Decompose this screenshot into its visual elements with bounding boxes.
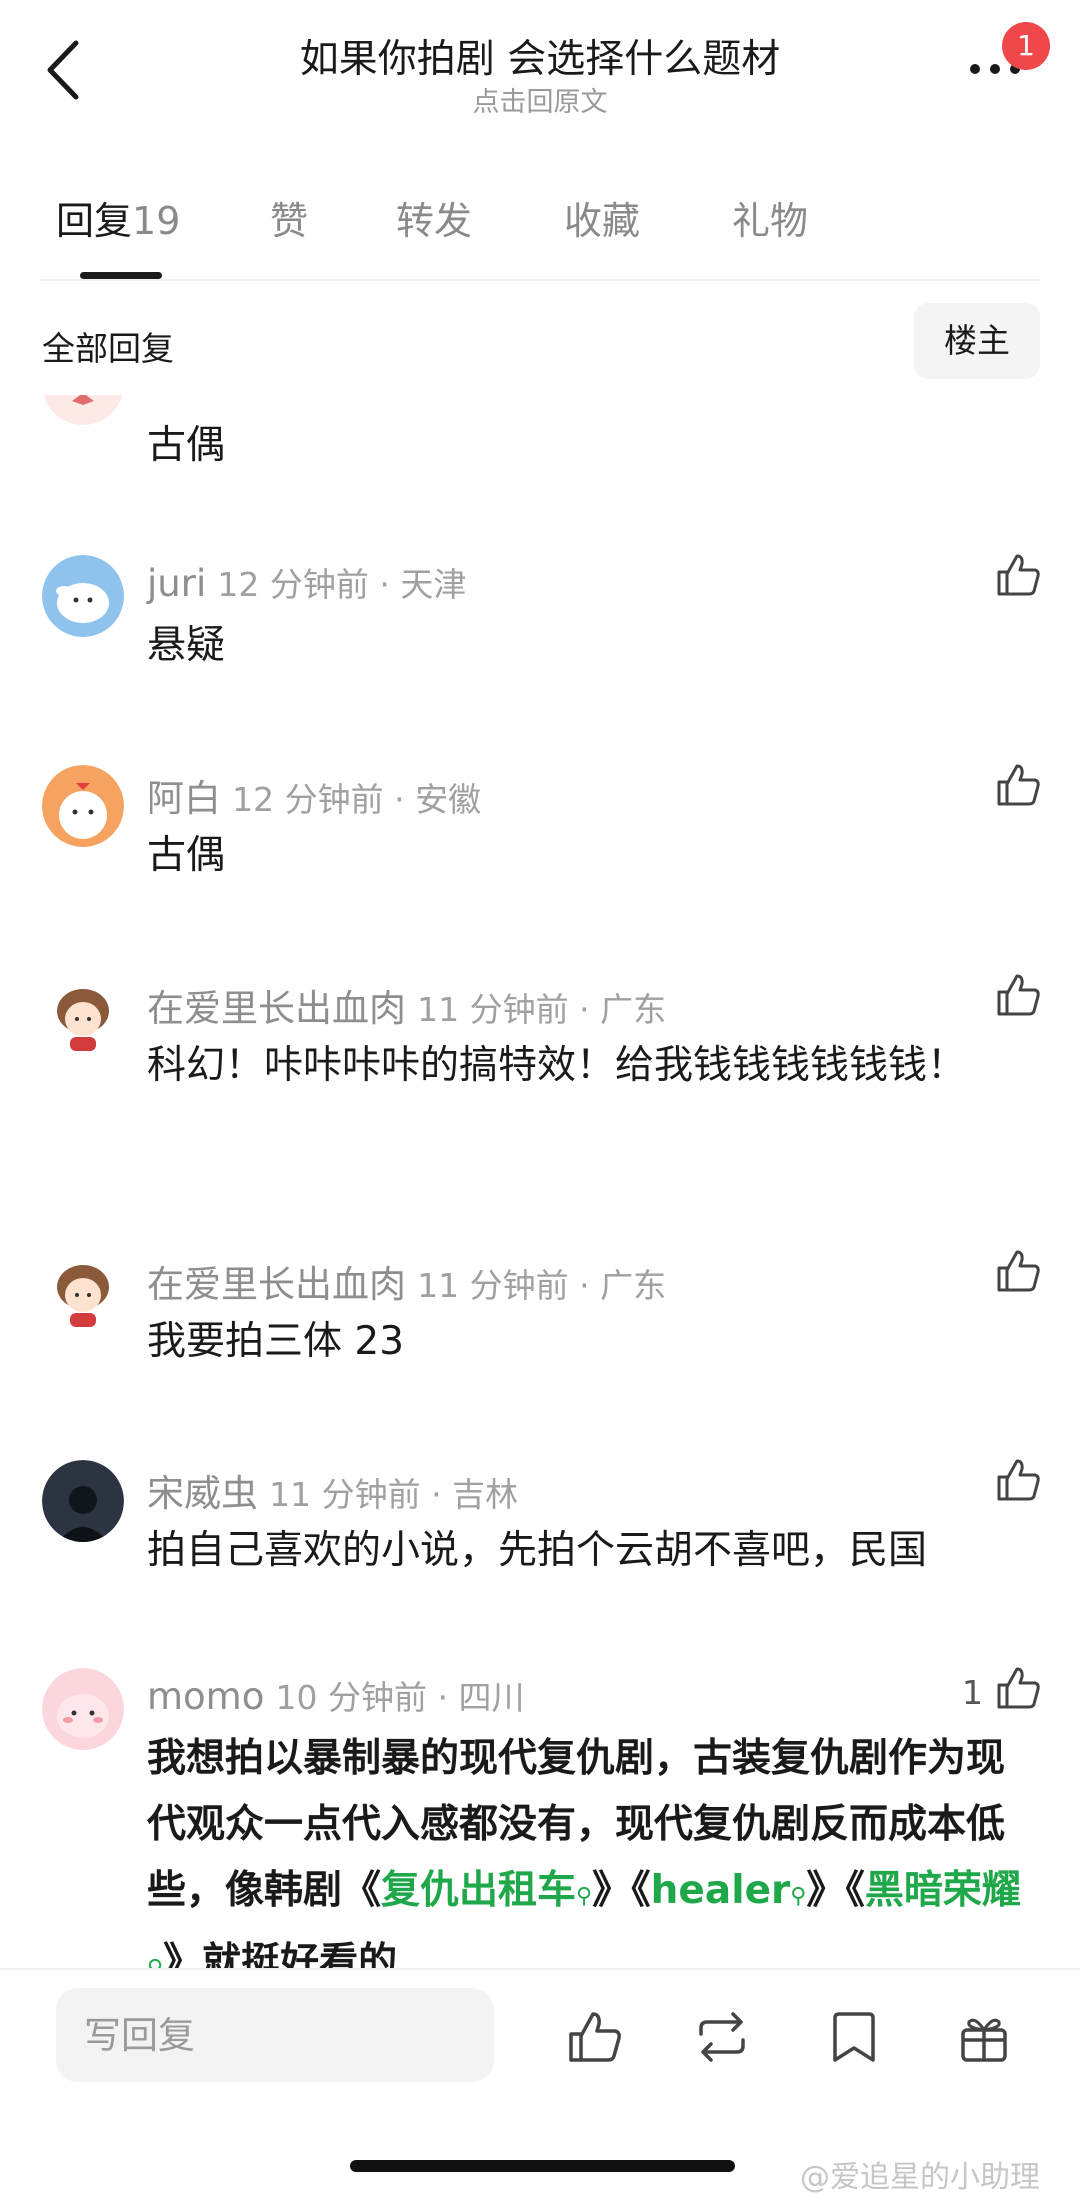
divider	[0, 1968, 1080, 1970]
repost-icon[interactable]	[693, 2008, 751, 2066]
gift-icon[interactable]	[955, 2008, 1013, 2066]
comment-list: 古偶 juri 12 分钟前 · 天津 悬疑 阿白 12 分钟前 · 安徽 古偶…	[0, 395, 1080, 1968]
thumbs-up-icon[interactable]	[993, 760, 1043, 810]
comment-time-location: 12 分钟前 · 天津	[217, 565, 467, 604]
bookmark-icon[interactable]	[825, 2008, 883, 2066]
all-replies-heading: 全部回复	[42, 329, 174, 368]
post-title[interactable]: 如果你拍剧 会选择什么题材	[0, 28, 1080, 84]
tab-bar: 回复19 赞 转发 收藏 礼物	[0, 190, 1080, 280]
comment-text: 科幻！咔咔咔咔的搞特效！给我钱钱钱钱钱钱！	[147, 1043, 967, 1088]
notification-badge: 1	[1002, 22, 1050, 70]
topic-link[interactable]: 黑暗荣耀	[865, 1868, 1021, 1913]
comment-meta: 宋威虫 11 分钟前 · 吉林	[147, 1463, 518, 1517]
comment-meta: momo 10 分钟前 · 四川	[147, 1671, 524, 1719]
search-icon: ⚲	[147, 1956, 163, 1968]
comment-text-part: 》《	[806, 1868, 865, 1913]
search-icon: ⚲	[790, 1884, 807, 1909]
comment-text-part: 》《	[592, 1868, 651, 1913]
comment-meta: 在爱里长出血肉 11 分钟前 · 广东	[147, 978, 666, 1032]
tab-replies[interactable]: 回复19	[56, 190, 180, 245]
username[interactable]: 阿白	[147, 777, 221, 820]
user-avatar[interactable]	[42, 555, 124, 637]
comment-meta: juri 12 分钟前 · 天津	[147, 558, 466, 606]
comment-text: 我要拍三体 23	[147, 1319, 405, 1364]
comment-time-location: 11 分钟前 · 广东	[417, 1266, 667, 1305]
top-bar: 如果你拍剧 会选择什么题材 点击回原文 1	[0, 0, 1080, 150]
username[interactable]: juri	[147, 562, 206, 605]
comment-time-location: 10 分钟前 · 四川	[275, 1678, 525, 1717]
reply-input[interactable]	[56, 1988, 494, 2082]
search-icon: ⚲	[576, 1884, 593, 1909]
user-avatar[interactable]	[42, 395, 124, 425]
comment-time-location: 12 分钟前 · 安徽	[232, 780, 482, 819]
comment-time-location: 11 分钟前 · 吉林	[269, 1475, 519, 1514]
comment-text: 悬疑	[147, 623, 226, 668]
thumbs-up-icon[interactable]	[993, 1246, 1043, 1296]
topic-link[interactable]: healer	[651, 1868, 791, 1913]
comment-text-part: 》就挺好看的	[163, 1940, 398, 1968]
username[interactable]: 宋威虫	[147, 1472, 258, 1515]
thumbs-up-icon[interactable]	[993, 1455, 1043, 1505]
tab-replies-count: 19	[132, 199, 181, 243]
username[interactable]: 在爱里长出血肉	[147, 1263, 406, 1306]
username[interactable]: 在爱里长出血肉	[147, 987, 406, 1030]
comment-meta: 阿白 12 分钟前 · 安徽	[147, 768, 481, 822]
comment-text: 我想拍以暴制暴的现代复仇剧，古装复仇剧作为现代观众一点代入感都没有，现代复仇剧反…	[147, 1726, 1027, 1968]
tab-replies-label: 回复	[56, 199, 133, 243]
comment-text: 拍自己喜欢的小说，先拍个云胡不喜吧，民国	[147, 1528, 928, 1573]
comment-time-location: 11 分钟前 · 广东	[417, 990, 667, 1029]
view-original-link[interactable]: 点击回原文	[0, 80, 1080, 119]
like-count: 1	[962, 1673, 983, 1712]
user-avatar[interactable]	[42, 1460, 124, 1542]
tab-likes[interactable]: 赞	[270, 190, 308, 245]
home-indicator[interactable]	[350, 2160, 735, 2172]
watermark-text: @爱追星的小助理	[800, 2160, 1040, 2195]
user-avatar[interactable]	[42, 765, 124, 847]
comment-meta: 在爱里长出血肉 11 分钟前 · 广东	[147, 1254, 666, 1308]
user-avatar[interactable]	[42, 1668, 124, 1750]
thumbs-up-icon[interactable]	[993, 970, 1043, 1020]
topic-link[interactable]: 复仇出租车	[381, 1868, 576, 1913]
owner-only-button[interactable]: 楼主	[914, 303, 1040, 379]
tab-favorites[interactable]: 收藏	[564, 190, 640, 245]
active-tab-indicator	[80, 272, 162, 279]
comment-text: 古偶	[147, 833, 226, 878]
thumbs-up-icon[interactable]	[565, 2008, 623, 2066]
username[interactable]: momo	[147, 1675, 264, 1718]
thumbs-up-icon[interactable]	[993, 1663, 1043, 1713]
tab-reposts[interactable]: 转发	[396, 190, 472, 245]
tab-gifts[interactable]: 礼物	[732, 190, 808, 245]
user-avatar[interactable]	[42, 975, 124, 1057]
thumbs-up-icon[interactable]	[993, 550, 1043, 600]
user-avatar[interactable]	[42, 1251, 124, 1333]
comment-text: 古偶	[147, 423, 226, 468]
divider	[40, 279, 1040, 281]
